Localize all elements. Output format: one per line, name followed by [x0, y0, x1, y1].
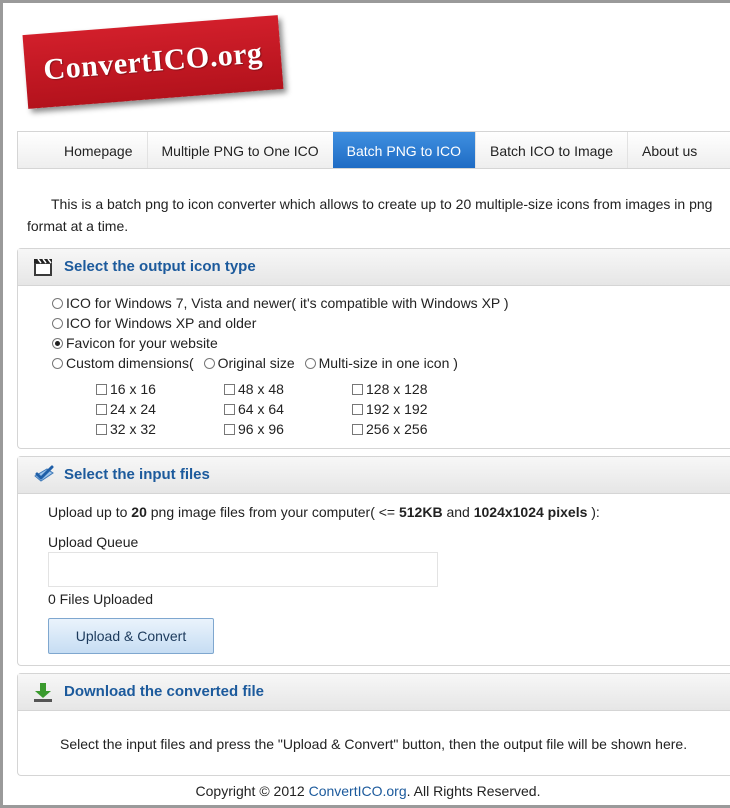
checkbox[interactable] [96, 403, 107, 415]
download-panel: Download the converted file Select the i… [17, 673, 730, 776]
option-favicon[interactable]: Favicon for your website [52, 335, 218, 351]
footer: Copyright © 2012 ConvertICO.org. All Rig… [3, 783, 730, 799]
option-label: Favicon for your website [66, 335, 218, 351]
nav-multiple-png-to-one-ico[interactable]: Multiple PNG to One ICO [146, 132, 333, 168]
radio-ico-win7[interactable] [52, 297, 63, 309]
checkbox[interactable] [96, 423, 107, 435]
upload-queue-box[interactable] [48, 552, 438, 587]
multi-size-label: Multi-size in one icon ) [318, 355, 458, 371]
checkbox[interactable] [96, 383, 107, 395]
size-32[interactable]: 32 x 32 [96, 421, 156, 437]
download-title: Download the converted file [64, 683, 265, 700]
clapper-icon [32, 256, 54, 278]
upload-limits-text: Upload up to 20 png image files from you… [48, 504, 600, 520]
size-label: 256 x 256 [366, 421, 428, 437]
size-label: 32 x 32 [110, 421, 156, 437]
size-label: 96 x 96 [238, 421, 284, 437]
checkbox[interactable] [224, 423, 235, 435]
uploaded-status: 0 Files Uploaded [48, 591, 154, 607]
size-label: 128 x 128 [366, 381, 428, 397]
input-files-header: Select the input files [18, 457, 730, 494]
option-ico-win7[interactable]: ICO for Windows 7, Vista and newer( it's… [52, 295, 509, 311]
size-64[interactable]: 64 x 64 [224, 401, 284, 417]
download-header: Download the converted file [18, 674, 730, 711]
nav-batch-png-to-ico[interactable]: Batch PNG to ICO [332, 132, 476, 168]
radio-ico-winxp[interactable] [52, 317, 63, 329]
checklist-icon [32, 464, 54, 486]
footer-brand-link[interactable]: ConvertICO.org [309, 783, 407, 799]
main-nav: Homepage Multiple PNG to One ICO Batch P… [17, 131, 730, 169]
size-label: 48 x 48 [238, 381, 284, 397]
size-192[interactable]: 192 x 192 [352, 401, 428, 417]
download-arrow-icon [32, 681, 54, 703]
option-custom[interactable]: Custom dimensions( Original size Multi-s… [52, 355, 458, 371]
output-type-panel: Select the output icon type ICO for Wind… [17, 248, 730, 449]
option-label: ICO for Windows XP and older [66, 315, 257, 331]
nav-batch-ico-to-image[interactable]: Batch ICO to Image [475, 132, 627, 168]
size-128[interactable]: 128 x 128 [352, 381, 428, 397]
radio-custom-dimensions[interactable] [52, 357, 63, 369]
size-label: 16 x 16 [110, 381, 156, 397]
original-size-label: Original size [217, 355, 295, 371]
download-note: Select the input files and press the "Up… [60, 736, 688, 752]
checkbox[interactable] [224, 383, 235, 395]
footer-prefix: Copyright © 2012 [195, 783, 309, 799]
size-label: 24 x 24 [110, 401, 156, 417]
radio-multi-size[interactable] [304, 357, 316, 369]
upload-queue-label: Upload Queue [48, 534, 139, 550]
radio-original-size[interactable] [203, 357, 215, 369]
footer-suffix: . All Rights Reserved. [406, 783, 541, 799]
size-48[interactable]: 48 x 48 [224, 381, 284, 397]
intro-text: This is a batch png to icon converter wh… [27, 196, 713, 234]
size-16[interactable]: 16 x 16 [96, 381, 156, 397]
size-24[interactable]: 24 x 24 [96, 401, 156, 417]
radio-favicon[interactable] [52, 337, 63, 349]
output-type-header: Select the output icon type [18, 249, 730, 286]
size-label: 192 x 192 [366, 401, 428, 417]
input-files-panel: Select the input files Upload up to 20 p… [17, 456, 730, 666]
size-label: 64 x 64 [238, 401, 284, 417]
site-logo[interactable]: ConvertICO.org [22, 15, 284, 109]
nav-homepage[interactable]: Homepage [50, 132, 147, 168]
input-files-title: Select the input files [64, 466, 210, 483]
upload-convert-button[interactable]: Upload & Convert [48, 618, 214, 654]
checkbox[interactable] [352, 423, 363, 435]
size-96[interactable]: 96 x 96 [224, 421, 284, 437]
output-type-title: Select the output icon type [64, 258, 256, 275]
custom-label: Custom dimensions( [66, 355, 194, 371]
checkbox[interactable] [352, 403, 363, 415]
nav-about-us[interactable]: About us [627, 132, 711, 168]
checkbox[interactable] [224, 403, 235, 415]
option-label: ICO for Windows 7, Vista and newer( it's… [66, 295, 509, 311]
size-256[interactable]: 256 x 256 [352, 421, 428, 437]
checkbox[interactable] [352, 383, 363, 395]
option-ico-winxp[interactable]: ICO for Windows XP and older [52, 315, 256, 331]
page-frame: ConvertICO.org Homepage Multiple PNG to … [0, 0, 730, 808]
